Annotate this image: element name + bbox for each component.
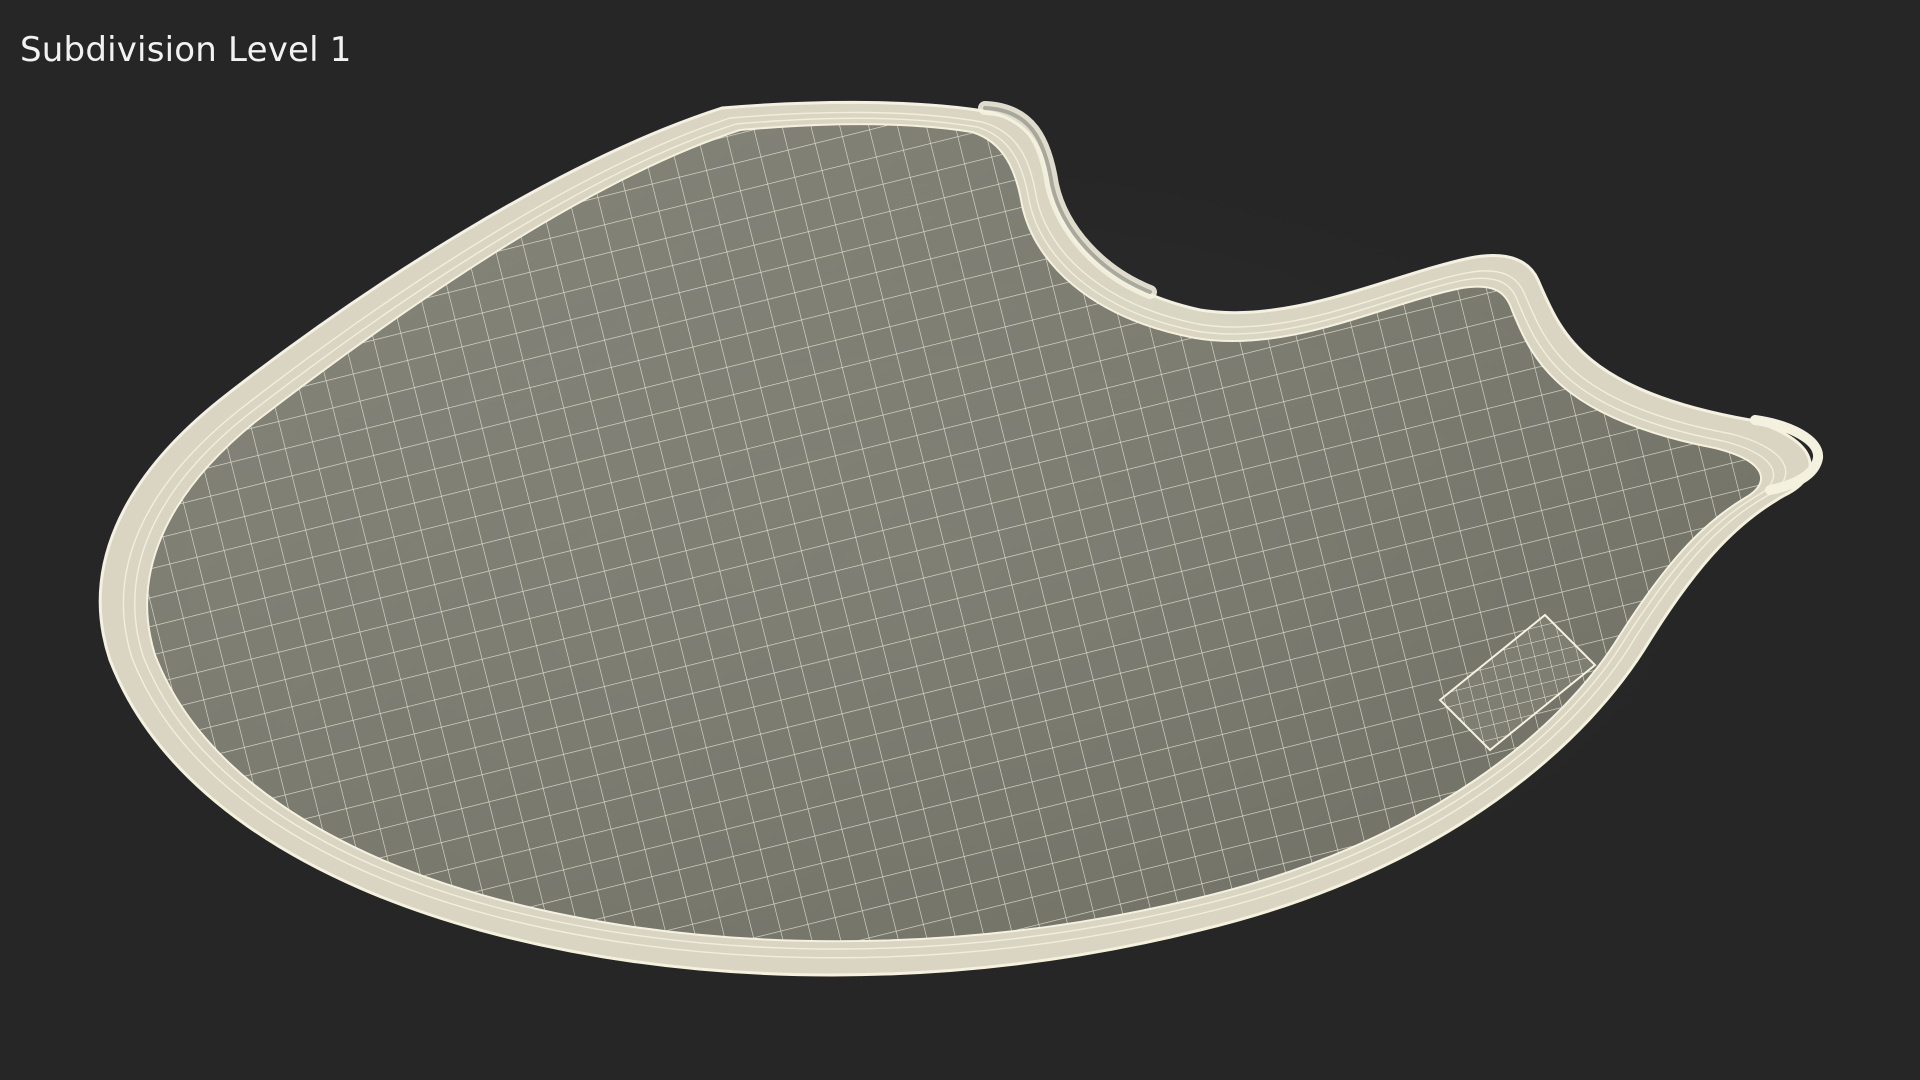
viewport[interactable]: Subdivision Level 1 <box>0 0 1920 1080</box>
subdivision-level-label: Subdivision Level 1 <box>20 30 352 70</box>
wireframe-render <box>98 100 1823 980</box>
